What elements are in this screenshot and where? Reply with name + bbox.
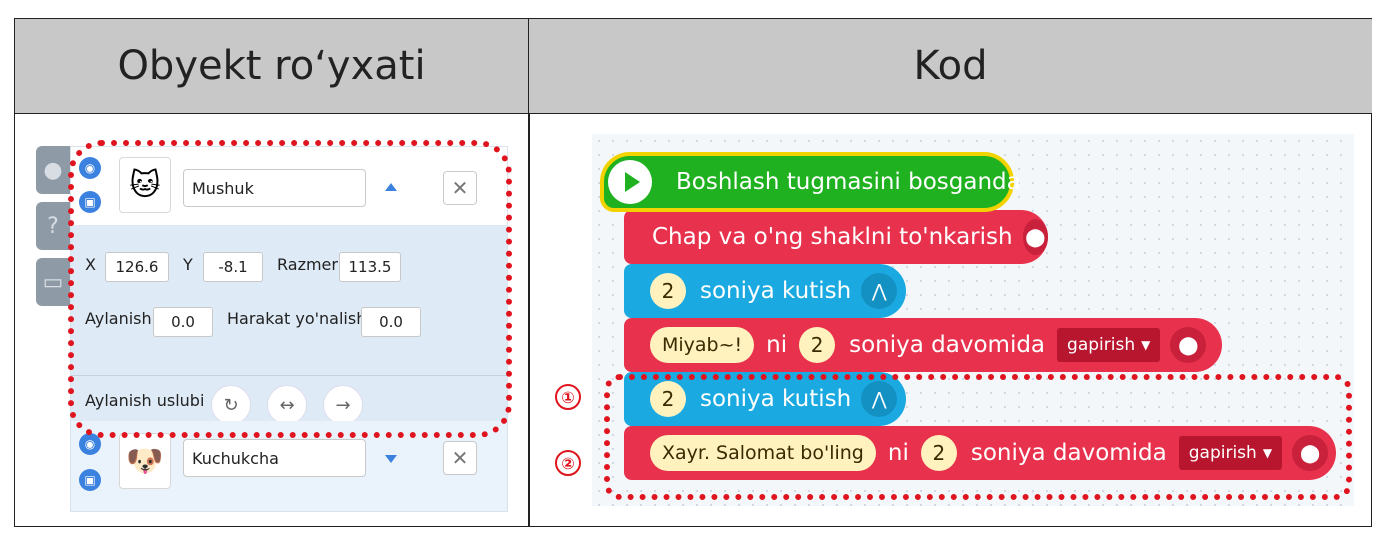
- object-name-input[interactable]: Kuchukcha: [183, 439, 366, 477]
- wait-label: soniya kutish: [700, 278, 852, 304]
- console-icon[interactable]: ▭: [36, 258, 70, 306]
- question-icon[interactable]: ?: [36, 202, 70, 250]
- move-down-icon[interactable]: [385, 455, 397, 463]
- header-code: Kod: [529, 19, 1372, 114]
- highlight-new-blocks: [604, 374, 1352, 500]
- flow-icon: ⋀: [861, 273, 898, 309]
- say-block-1[interactable]: Miyab~! ni 2 soniya davomida gapirish ▼ ⬤: [624, 318, 1222, 372]
- say-seconds-input[interactable]: 2: [799, 327, 836, 363]
- delete-button[interactable]: ✕: [443, 441, 477, 475]
- looks-icon: ⬤: [1022, 219, 1048, 255]
- flip-block[interactable]: Chap va o'ng shaklni to'nkarish ⬤: [624, 210, 1048, 264]
- flip-label: Chap va o'ng shaklni to'nkarish: [652, 224, 1013, 250]
- start-event-block[interactable]: Boshlash tugmasini bosganda: [600, 152, 1021, 212]
- start-label: Boshlash tugmasini bosganda: [676, 169, 1021, 195]
- say-message-input[interactable]: Miyab~!: [650, 327, 755, 363]
- highlight-object-props: [68, 140, 512, 438]
- dropdown-value: gapirish: [1067, 335, 1136, 355]
- dog-thumbnail: 🐶: [119, 433, 171, 489]
- side-tabs: ● ? ▭: [36, 146, 72, 314]
- shapes-icon[interactable]: ●: [36, 146, 70, 194]
- wait-seconds-input[interactable]: 2: [650, 273, 686, 309]
- lock-icon[interactable]: ▣: [79, 469, 101, 491]
- wait-block-1[interactable]: 2 soniya kutish ⋀: [624, 264, 906, 318]
- play-icon: [608, 160, 652, 204]
- say-dropdown[interactable]: gapirish ▼: [1057, 328, 1161, 362]
- marker-2: ②: [555, 450, 581, 476]
- say-label: soniya davomida: [849, 332, 1046, 358]
- marker-1: ①: [555, 384, 581, 410]
- header-object-list: Obyekt ro‘yxati: [15, 19, 529, 114]
- column-divider: [528, 114, 530, 526]
- ni-label: ni: [766, 332, 788, 358]
- caret-down-icon: ▼: [1141, 338, 1151, 352]
- looks-icon: ⬤: [1170, 327, 1207, 363]
